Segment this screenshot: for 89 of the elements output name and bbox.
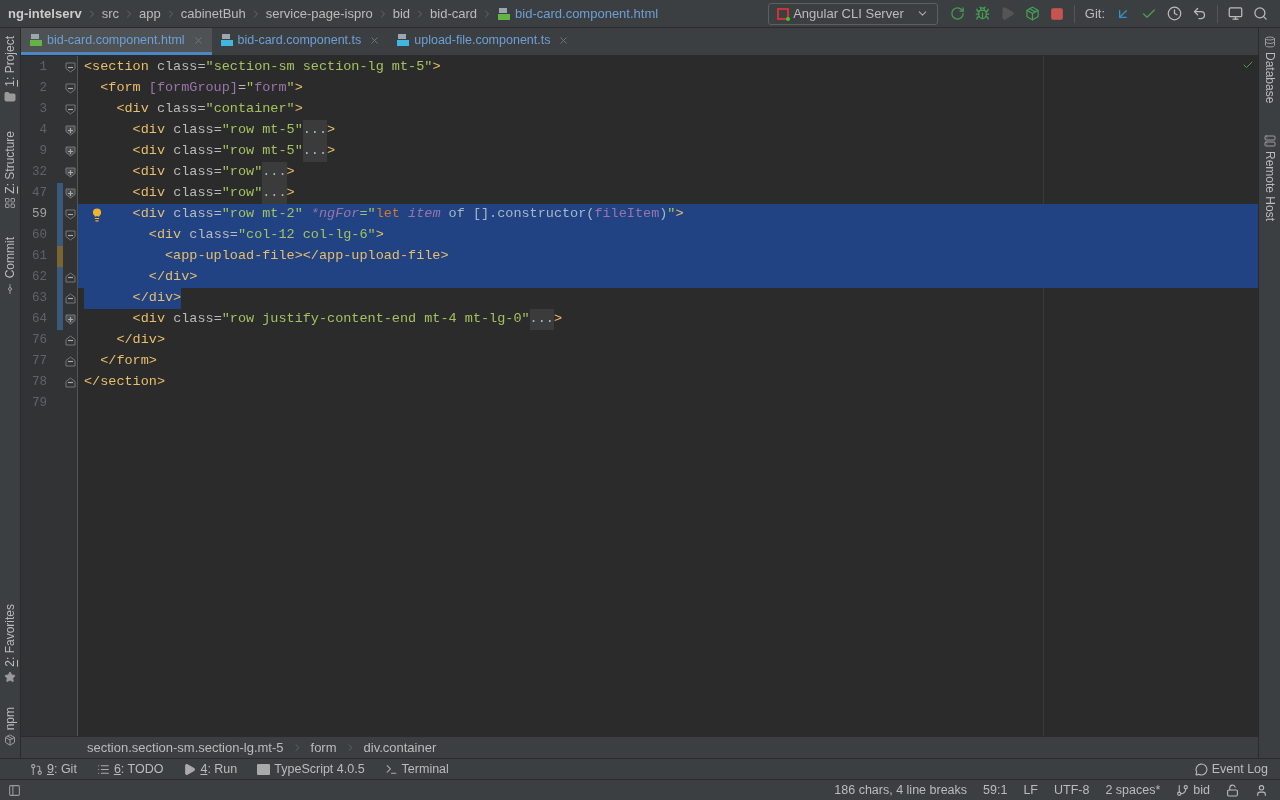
tool-window-button[interactable]: Terminal	[384, 759, 449, 779]
tool-window-tab[interactable]: Database	[1260, 28, 1279, 112]
code-line: <div class="container">	[116, 100, 303, 119]
check-icon	[1242, 59, 1254, 71]
editor-tab[interactable]: bid-card.component.html	[21, 28, 212, 55]
tool-window-button[interactable]: 4: Run	[183, 759, 238, 779]
git-label: Git:	[1084, 4, 1105, 23]
breadcrumb-item[interactable]: bid	[392, 3, 411, 24]
structure-icon	[4, 197, 16, 210]
code-line: <div class="row mt-5"...>	[132, 141, 336, 162]
tool-window-tab[interactable]: npm	[1, 698, 19, 754]
terminal-icon	[384, 762, 398, 776]
collapse-fold-icon[interactable]	[65, 83, 76, 94]
editor-tab[interactable]: bid-card.component.ts	[211, 28, 389, 55]
code-line: <div class="row mt-5"...>	[132, 120, 336, 141]
status-item[interactable]: 2 spaces*	[1105, 780, 1161, 800]
panel-toggle-icon[interactable]	[8, 783, 21, 797]
code-line: </div>	[148, 268, 198, 287]
run-config-dropdown[interactable]: Angular CLI Server	[768, 2, 938, 25]
code-line: <div class="row justify-content-end mt-4 mt-lg-0"...>	[132, 309, 562, 330]
collapse-fold-icon[interactable]	[65, 230, 76, 241]
tool-window-tab[interactable]: Z: Structure	[1, 122, 19, 218]
event-log-button[interactable]: Event Log	[1194, 759, 1268, 779]
expand-fold-icon[interactable]	[65, 146, 76, 157]
debug-icon[interactable]	[974, 6, 990, 21]
code-line: </form>	[100, 352, 157, 371]
package-icon	[4, 734, 16, 746]
run-icon	[183, 762, 197, 776]
rerun-icon[interactable]	[949, 6, 965, 21]
breadcrumb-item[interactable]: src	[101, 3, 120, 24]
breadcrumb-item[interactable]: bid-card.component.html	[515, 3, 659, 24]
breadcrumb-item[interactable]: section.section-sm.section-lg.mt-5	[87, 737, 284, 758]
code-line: <section class="section-sm section-lg mt-5">	[84, 58, 441, 77]
tool-window-tab[interactable]: Remote Host	[1260, 127, 1279, 230]
lightbulb-icon[interactable]	[90, 207, 104, 222]
editor-tab[interactable]: upload-file.component.ts	[388, 28, 578, 55]
status-item[interactable]: LF	[1023, 780, 1038, 800]
lock-icon[interactable]	[1226, 783, 1239, 797]
tool-window-tab[interactable]: 2: Favorites	[1, 595, 19, 691]
code-line: <app-upload-file></app-upload-file>	[165, 247, 449, 266]
status-item[interactable]: 186 chars, 4 line breaks	[834, 780, 968, 800]
history-icon[interactable]	[1167, 6, 1182, 21]
speech-bubble-icon	[1194, 762, 1208, 776]
collapse-fold-icon[interactable]	[65, 272, 76, 283]
status-item[interactable]: UTF-8	[1054, 780, 1090, 800]
breadcrumb-item[interactable]: cabinetBuh	[180, 3, 246, 24]
search-icon[interactable]	[1253, 6, 1268, 21]
expand-fold-icon[interactable]	[65, 167, 76, 178]
code-line: <div class="row"...>	[132, 183, 295, 204]
folder-icon	[4, 90, 16, 103]
list-icon	[96, 762, 110, 776]
branch-widget[interactable]: bid	[1176, 780, 1210, 800]
line-number: 59	[31, 206, 47, 224]
breadcrumb-item[interactable]: bid-card	[430, 3, 478, 24]
code-line: <div class="row"...>	[132, 162, 295, 183]
collapse-fold-icon[interactable]	[65, 104, 76, 115]
code-line: <div class="row mt-2" *ngFor="let item of [].constructor(fileItem)">	[132, 205, 684, 224]
html-file-icon	[497, 6, 512, 21]
collapse-fold-icon[interactable]	[65, 209, 76, 220]
expand-fold-icon[interactable]	[65, 125, 76, 136]
status-item[interactable]: 59:1	[983, 780, 1008, 800]
tool-window-button[interactable]: 9: Git	[30, 759, 77, 779]
code-line: </div>	[132, 289, 182, 308]
server-icon	[1263, 135, 1276, 148]
database-icon	[1263, 36, 1276, 48]
star-icon	[4, 670, 16, 683]
collapse-fold-icon[interactable]	[65, 377, 76, 388]
expand-fold-icon[interactable]	[65, 188, 76, 199]
tool-window-button[interactable]: 6: TODO	[96, 759, 164, 779]
collapse-fold-icon[interactable]	[65, 335, 76, 346]
code-line: <form [formGroup]="form">	[100, 79, 303, 98]
stop-icon[interactable]	[1049, 6, 1064, 21]
breadcrumb-item[interactable]: app	[139, 3, 161, 24]
expand-fold-icon[interactable]	[65, 314, 76, 325]
tool-window-tab[interactable]: Commit	[1, 229, 19, 303]
breadcrumb-item[interactable]: div.container	[363, 737, 437, 758]
code-line: </section>	[84, 373, 165, 392]
tool-window-button[interactable]: TypeScript 4.0.5	[257, 759, 365, 779]
collapse-fold-icon[interactable]	[65, 293, 76, 304]
collapse-fold-icon[interactable]	[65, 356, 76, 367]
tool-window-tab[interactable]: 1: Project	[1, 28, 19, 111]
code-line: <div class="col-12 col-lg-6">	[148, 226, 384, 245]
rollback-icon[interactable]	[1192, 6, 1207, 21]
breadcrumb-item[interactable]: ng-intelserv	[8, 3, 82, 24]
breadcrumb-item[interactable]: form	[310, 737, 337, 758]
breadcrumb-item[interactable]: service-page-ispro	[265, 3, 373, 24]
collapse-fold-icon[interactable]	[65, 62, 76, 73]
code-line: </div>	[116, 331, 165, 350]
branch-icon	[1176, 783, 1190, 797]
